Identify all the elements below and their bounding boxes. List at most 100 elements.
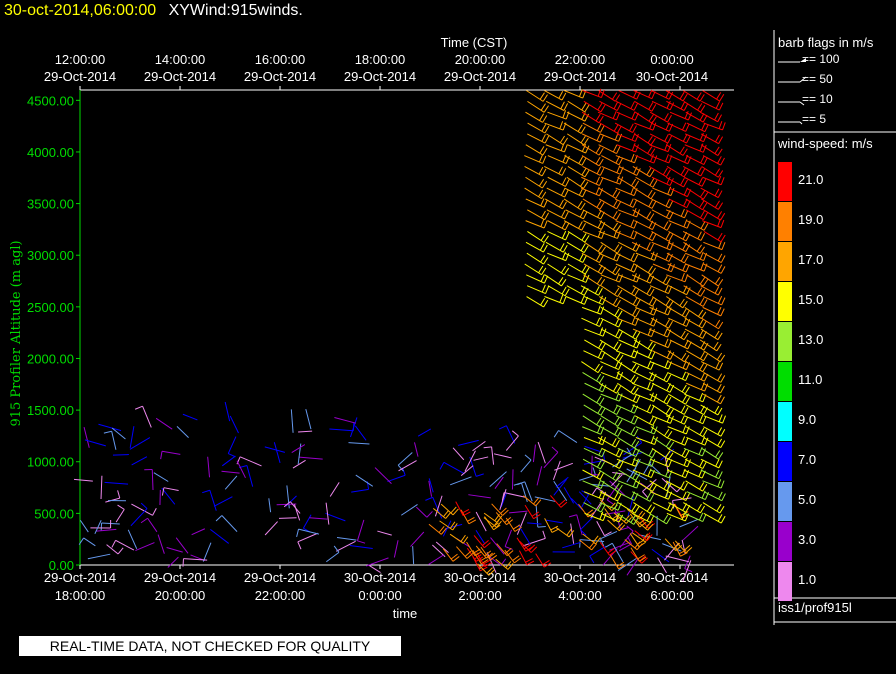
wind-barb <box>210 528 229 544</box>
wind-barb-flag <box>614 244 620 252</box>
wind-barb <box>351 488 369 493</box>
wind-barb-flag <box>716 383 722 392</box>
wind-barb-flag <box>599 472 605 480</box>
wind-barb <box>163 487 179 491</box>
wind-barb-flag <box>702 192 709 200</box>
wind-barb-flag <box>684 310 690 318</box>
wind-barb-flag <box>581 167 587 176</box>
wind-barb <box>616 111 636 121</box>
wind-barb-flag <box>601 351 606 360</box>
wind-barb-flag <box>630 101 635 109</box>
wind-barb-flag <box>140 517 148 524</box>
wind-barb-flag <box>617 419 623 427</box>
wind-barb-flag <box>680 481 685 489</box>
wind-barb-flag <box>614 308 620 317</box>
wind-barb-flag <box>649 494 655 502</box>
wind-barb <box>558 430 578 443</box>
wind-barb-flag <box>647 350 653 358</box>
wind-barb <box>701 317 719 330</box>
wind-barb-flag <box>543 244 548 253</box>
wind-barb <box>73 478 93 482</box>
top-tick-date: 29-Oct-2014 <box>44 69 116 84</box>
wind-barb-flag <box>542 94 548 102</box>
wind-barb <box>130 508 148 527</box>
wind-barb-flag <box>596 276 603 285</box>
wind-barb-flag <box>560 101 565 110</box>
wind-barb <box>555 527 570 538</box>
wind-barb <box>600 317 619 328</box>
wind-barb <box>443 461 465 475</box>
wind-barb <box>617 437 635 449</box>
wind-barb <box>546 133 564 146</box>
wind-barb-flag <box>597 305 601 314</box>
wind-barb <box>703 263 722 274</box>
wind-barb <box>348 442 370 445</box>
wind-barb <box>618 296 637 307</box>
wind-barb <box>142 406 152 428</box>
wind-barb-flag <box>599 375 605 384</box>
wind-barb-flag <box>615 459 621 468</box>
wind-barb-flag <box>699 459 704 468</box>
wind-barb <box>493 453 512 459</box>
wind-barb-flag <box>598 288 603 296</box>
wind-barb <box>155 417 173 430</box>
wind-barb <box>135 542 155 551</box>
wind-barb-flag <box>701 320 707 329</box>
speed-swatch <box>778 202 792 241</box>
wind-barb <box>112 454 129 456</box>
bottom-axis-title: time <box>393 606 418 621</box>
wind-barb-flag <box>551 446 559 453</box>
wind-barb-flag <box>617 289 623 297</box>
wind-barb-flag <box>652 233 657 241</box>
speed-swatch <box>778 562 792 601</box>
top-tick-time: 18:00:00 <box>355 52 406 67</box>
wind-barb-flag <box>719 94 725 102</box>
wind-barb-flag <box>648 102 654 110</box>
wind-barb <box>584 445 601 453</box>
wind-barb-flag <box>702 299 708 307</box>
wind-barb-flag <box>565 232 570 241</box>
wind-barb-flag <box>564 222 570 231</box>
wind-barb-flag <box>665 232 671 240</box>
top-tick-date: 29-Oct-2014 <box>544 69 616 84</box>
wind-barb <box>651 209 670 220</box>
wind-barb-flag <box>540 274 545 282</box>
wind-barb-flag <box>698 447 703 455</box>
speed-legend: wind-speed: m/s 21.0 19.0 17.0 15.0 13.0 11.0… <box>774 134 896 601</box>
wind-barb-flag <box>697 309 704 317</box>
wind-barb <box>566 111 586 122</box>
wind-barb-flag <box>543 199 548 208</box>
wind-barb-flag <box>595 113 601 122</box>
wind-barb-flag <box>215 515 223 522</box>
wind-barb <box>546 209 565 220</box>
speed-swatch <box>778 282 792 321</box>
speed-swatch <box>778 482 792 521</box>
wind-barb-flag <box>649 243 655 252</box>
wind-barb-flag <box>668 408 674 417</box>
wind-barb-flag <box>714 188 720 197</box>
wind-barb-flag <box>618 331 623 339</box>
wind-barb <box>666 296 684 309</box>
wind-barb-flag <box>632 308 637 316</box>
wind-barb-flag <box>647 265 653 273</box>
y-tick-label: 2500.00 <box>27 300 74 315</box>
top-tick-time: 22:00:00 <box>555 52 606 67</box>
wind-barb-flag <box>584 104 590 113</box>
wind-barb-flag <box>682 300 688 309</box>
wind-barb-flag <box>700 210 705 219</box>
wind-barb <box>601 155 620 166</box>
wind-barb-flag <box>696 244 702 252</box>
wind-barb-flag <box>596 417 602 426</box>
wind-barb-flag <box>649 416 654 424</box>
wind-barbs <box>73 88 726 582</box>
wind-barb <box>417 428 432 437</box>
wind-barb-flag <box>296 529 300 538</box>
wind-barb-flag <box>583 211 588 219</box>
wind-barb-flag <box>682 134 688 142</box>
wind-barb <box>685 155 705 165</box>
wind-barb-flag <box>700 311 707 319</box>
speed-label: 1.0 <box>798 572 817 587</box>
wind-barb-flag <box>560 209 566 218</box>
wind-barb <box>684 555 691 569</box>
wind-barb-flag <box>538 154 544 163</box>
